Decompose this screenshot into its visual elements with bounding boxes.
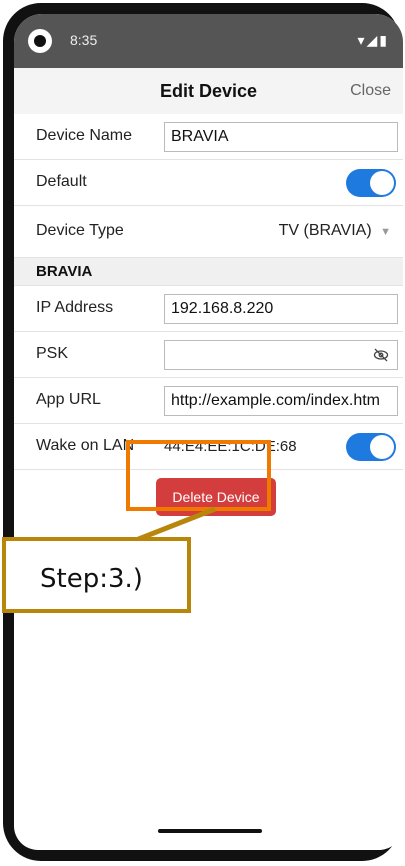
step-label: Step:3.) — [40, 564, 143, 594]
callout-connector — [107, 506, 216, 554]
step-callout: Step:3.) — [2, 537, 191, 613]
